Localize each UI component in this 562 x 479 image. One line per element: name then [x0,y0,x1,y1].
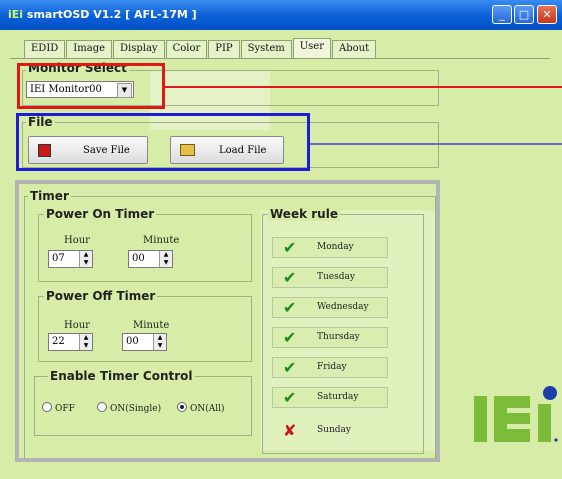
tab-display[interactable]: Display [113,40,165,58]
close-button[interactable]: ✕ [537,5,557,24]
tab-about[interactable]: About [332,40,377,58]
monitor-select-callout-line [165,86,562,88]
window-title: iEi smartOSD V1.2 [ AFL-17M ] [8,8,197,21]
tab-user[interactable]: User [292,38,331,58]
file-callout-line [310,143,562,145]
tab-image[interactable]: Image [66,40,113,58]
tab-pip[interactable]: PIP [208,40,240,58]
tab-system[interactable]: System [240,40,292,58]
tab-edid[interactable]: EDID [24,40,66,58]
iei-logo [474,386,558,442]
monitor-select-highlight [17,63,165,109]
title-bar[interactable]: iEi smartOSD V1.2 [ AFL-17M ] _ □ ✕ [0,0,562,30]
app-logo-icon: iEi [8,8,24,21]
timer-highlight [15,180,440,462]
file-highlight [16,113,310,171]
tab-divider [10,58,550,59]
app-window: iEi smartOSD V1.2 [ AFL-17M ] _ □ ✕ EDID… [0,0,562,479]
tab-bar: EDID Image Display Color PIP System User… [24,38,377,58]
maximize-button[interactable]: □ [514,5,534,24]
tab-color[interactable]: Color [165,40,208,58]
minimize-button[interactable]: _ [492,5,512,24]
